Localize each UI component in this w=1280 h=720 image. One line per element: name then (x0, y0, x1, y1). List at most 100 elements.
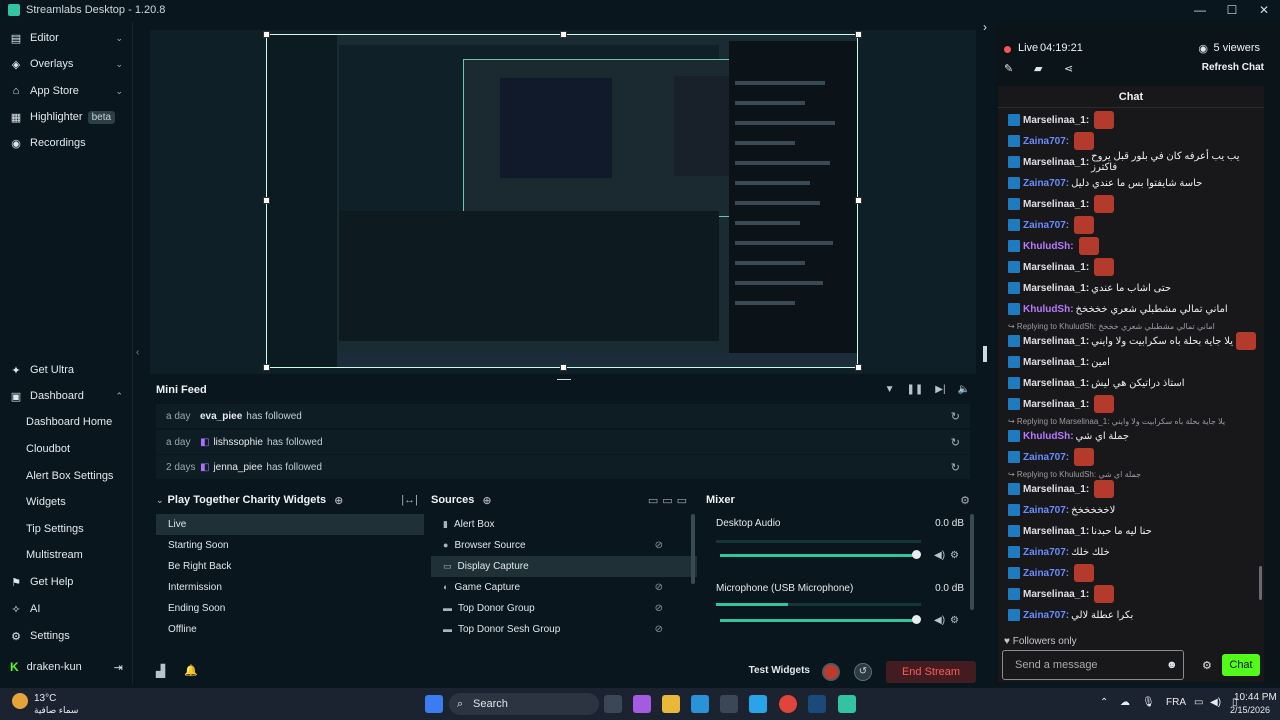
store-icon[interactable] (720, 695, 738, 713)
maximize-icon[interactable]: ☐ (1216, 0, 1248, 20)
replay-buffer-button[interactable]: ↺ (854, 663, 872, 681)
chat-username[interactable]: KhuludSh: (1023, 431, 1074, 442)
source-item[interactable]: ● Browser Source ⊘ (431, 535, 697, 556)
filter-icon[interactable]: ▼ (885, 384, 895, 395)
dashboard-icon[interactable]: ▰ (1034, 62, 1042, 75)
visibility-off-icon[interactable]: ⊘ (655, 535, 663, 556)
resize-handle[interactable] (560, 364, 567, 371)
gear-icon[interactable]: ⚙ (950, 550, 959, 561)
source-item[interactable]: ◐ Game Capture ⊘ (431, 577, 697, 598)
chat-username[interactable]: Marselinaa_1: (1023, 262, 1089, 273)
mic-icon[interactable]: 🎙 (1142, 697, 1155, 708)
sidebar-item-recordings[interactable]: ◉ Recordings (0, 131, 133, 155)
speaker-icon[interactable]: ◀) (934, 550, 945, 561)
chevron-down-icon[interactable]: ⌄ (156, 495, 164, 506)
minimize-icon[interactable]: — (1184, 0, 1216, 20)
sidebar-item-get-help[interactable]: ⚑ Get Help (0, 570, 133, 594)
chat-resize-handle[interactable] (983, 346, 987, 362)
chat-username[interactable]: Marselinaa_1: (1023, 199, 1089, 210)
scene-item[interactable]: Be Right Back (156, 556, 424, 577)
chat-username[interactable]: Marselinaa_1: (1023, 157, 1089, 168)
chat-input[interactable]: Send a message (1002, 650, 1184, 680)
record-button[interactable] (822, 663, 840, 681)
edge-icon[interactable] (691, 695, 709, 713)
volume-slider-knob[interactable] (912, 615, 921, 624)
replay-icon[interactable]: ↻ (951, 436, 960, 449)
emote-icon[interactable]: ☻ (1166, 659, 1178, 671)
source-item[interactable]: ▭ Display Capture (431, 556, 697, 577)
chat-username[interactable]: Marselinaa_1: (1023, 115, 1089, 126)
stream-preview[interactable] (266, 34, 858, 368)
chat-username[interactable]: Zaina707: (1023, 568, 1069, 579)
chevron-up-icon[interactable]: ⌃ (1100, 697, 1108, 708)
visibility-off-icon[interactable]: ⊘ (655, 619, 663, 640)
sidebar-sub-cloudbot[interactable]: Cloudbot (26, 439, 70, 459)
sidebar-item-dashboard[interactable]: ▣ Dashboard ⌃ (0, 384, 133, 408)
clock-time[interactable]: 10:44 PM (1234, 692, 1277, 703)
resize-handle[interactable] (855, 31, 862, 38)
sources-scrollbar[interactable] (691, 514, 695, 584)
scene-item[interactable]: Ending Soon (156, 598, 424, 619)
share-icon[interactable]: ⋖ (1064, 62, 1073, 75)
sidebar-sub-alert-box-settings[interactable]: Alert Box Settings (26, 466, 113, 486)
chat-username[interactable]: Marselinaa_1: (1023, 589, 1089, 600)
pause-icon[interactable]: ❚❚ (906, 384, 923, 395)
scene-item[interactable]: Intermission (156, 577, 424, 598)
refresh-chat-button[interactable]: Refresh Chat (1202, 62, 1264, 73)
logout-icon[interactable]: ⇥ (114, 661, 123, 674)
chat-username[interactable]: Marselinaa_1: (1023, 283, 1089, 294)
close-icon[interactable]: ✕ (1248, 0, 1280, 20)
streamlabs-icon[interactable] (838, 695, 856, 713)
chat-username[interactable]: Zaina707: (1023, 452, 1069, 463)
speaker-icon[interactable]: ◀) (934, 615, 945, 626)
chat-username[interactable]: Marselinaa_1: (1023, 484, 1089, 495)
resize-handle[interactable] (263, 31, 270, 38)
sidebar-user[interactable]: Kdraken-kun ⇥ (0, 655, 133, 679)
notifications-icon[interactable]: 🔔 (184, 664, 198, 677)
chat-settings-icon[interactable]: ⚙ (1202, 659, 1212, 672)
sidebar-sub-tip-settings[interactable]: Tip Settings (26, 519, 84, 539)
chrome-icon[interactable] (779, 695, 797, 713)
file-explorer-icon[interactable] (662, 695, 680, 713)
sidebar-item-highlighter[interactable]: ▦ Highlighter beta (0, 105, 133, 129)
sidebar-item-overlays[interactable]: ◈ Overlays ⌄ (0, 52, 133, 76)
network-icon[interactable]: ☁ (1120, 697, 1130, 708)
resize-handle[interactable] (855, 197, 862, 204)
source-item[interactable]: ▮ Alert Box (431, 514, 697, 535)
resize-handle[interactable] (855, 364, 862, 371)
chat-send-button[interactable]: Chat (1222, 654, 1260, 676)
speaker-icon[interactable]: ◀) (1210, 697, 1221, 708)
volume-icon[interactable]: 🔈 (958, 384, 970, 395)
collapse-sidebar-icon[interactable]: ‹ (136, 347, 139, 358)
chevron-right-icon[interactable]: › (983, 20, 987, 34)
sidebar-sub-multistream[interactable]: Multistream (26, 545, 83, 565)
test-widgets-button[interactable]: Test Widgets (749, 665, 810, 676)
volume-slider-knob[interactable] (912, 550, 921, 559)
taskbar-search[interactable]: ⌕ Search (449, 693, 599, 715)
task-view-icon[interactable] (604, 695, 622, 713)
sidebar-sub-widgets[interactable]: Widgets (26, 492, 66, 512)
monitor-icon[interactable]: ▭ (1194, 697, 1203, 708)
gear-icon[interactable]: ⚙ (950, 615, 959, 626)
chat-username[interactable]: KhuludSh: (1023, 304, 1074, 315)
scene-item[interactable]: Starting Soon (156, 535, 424, 556)
resize-handle[interactable] (263, 197, 270, 204)
mail-icon[interactable] (749, 695, 767, 713)
chat-username[interactable]: Zaina707: (1023, 178, 1069, 189)
chat-username[interactable]: Zaina707: (1023, 547, 1069, 558)
edit-icon[interactable]: ✎ (1004, 62, 1013, 75)
resize-handle[interactable] (263, 364, 270, 371)
source-item[interactable]: ▬ Top Donor Sesh Group ⊘ (431, 619, 697, 640)
steam-icon[interactable] (808, 695, 826, 713)
visibility-off-icon[interactable]: ⊘ (655, 598, 663, 619)
sidebar-item-get-ultra[interactable]: ✦ Get Ultra (0, 358, 133, 382)
add-source-icon[interactable]: ⊕ (482, 494, 491, 507)
stats-icon[interactable]: ▟ (156, 664, 165, 678)
mixer-scrollbar[interactable] (970, 514, 974, 610)
replay-icon[interactable]: ↻ (951, 410, 960, 423)
scene-item[interactable]: Live (156, 514, 424, 535)
add-scene-icon[interactable]: ⊕ (334, 494, 343, 507)
resize-handle[interactable] (560, 31, 567, 38)
chat-username[interactable]: Marselinaa_1: (1023, 336, 1089, 347)
skip-icon[interactable]: ▶| (935, 384, 945, 395)
